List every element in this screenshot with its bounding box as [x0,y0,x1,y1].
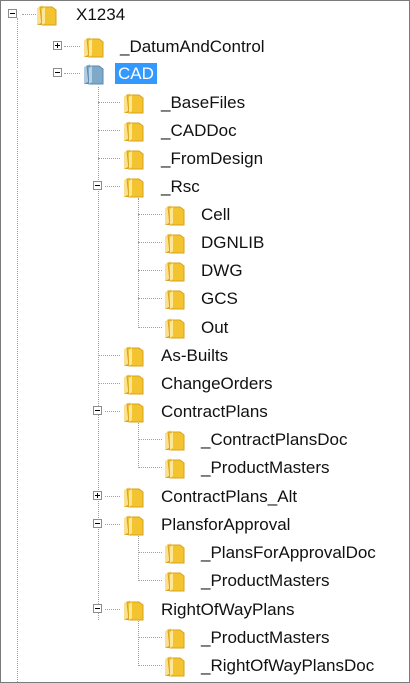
folder-tree-view[interactable]: X1234 _DatumAndControl CAD _BaseFiles _CADDo… [0,0,410,683]
tree-node-label[interactable]: PlansforApproval [158,514,293,535]
folder-icon [162,540,188,566]
tree-node-gcs[interactable]: GCS [1,285,409,313]
folder-icon [162,230,188,256]
tree-node-caddoc[interactable]: _CADDoc [1,117,409,145]
tree-node-label[interactable]: ContractPlans [158,401,271,422]
tree-node-changeorders[interactable]: ChangeOrders [1,370,409,398]
tree-node-label[interactable]: _RightOfWayPlansDoc [198,655,377,676]
tree-node-label[interactable]: _ProductMasters [198,570,333,591]
tree-node-label[interactable]: ContractPlans_Alt [158,486,300,507]
tree-node-label[interactable]: DWG [198,260,246,281]
collapse-minus-icon[interactable] [93,519,102,528]
tree-node-label[interactable]: _BaseFiles [158,92,248,113]
tree-node-plansforapproval[interactable]: PlansforApproval [1,511,409,539]
folder-icon [162,625,188,651]
tree-node-contractplansdoc[interactable]: _ContractPlansDoc [1,426,409,454]
folder-icon [121,512,147,538]
tree-node-productmasters-1[interactable]: _ProductMasters [1,454,409,482]
tree-node-label[interactable]: _FromDesign [158,148,266,169]
tree-node-label[interactable]: _Rsc [158,176,203,197]
collapse-minus-icon[interactable] [93,181,102,190]
folder-icon [121,118,147,144]
folder-icon [81,34,107,60]
tree-node-as-builts[interactable]: As-Builts [1,342,409,370]
tree-node-label[interactable]: _CADDoc [158,120,240,141]
tree-node-label[interactable]: _DatumAndControl [117,36,268,57]
collapse-minus-icon[interactable] [8,9,17,18]
tree-node-label[interactable]: As-Builts [158,345,231,366]
folder-icon [121,90,147,116]
folder-icon [162,568,188,594]
tree-node-label[interactable]: _PlansForApprovalDoc [198,542,379,563]
tree-node-label[interactable]: _ProductMasters [198,457,333,478]
folder-icon [162,315,188,341]
folder-icon [162,427,188,453]
folder-icon [121,146,147,172]
tree-node-label[interactable]: Out [198,317,231,338]
tree-node-rightofwayplans[interactable]: RightOfWayPlans [1,596,409,624]
folder-icon [162,202,188,228]
tree-node-rsc[interactable]: _Rsc [1,173,409,201]
folder-icon [34,2,60,28]
folder-icon [162,653,188,679]
tree-node-contractplans-alt[interactable]: ContractPlans_Alt [1,483,409,511]
tree-node-label[interactable]: _ProductMasters [198,627,333,648]
tree-node-basefiles[interactable]: _BaseFiles [1,89,409,117]
tree-node-cad[interactable]: CAD [1,60,409,88]
tree-node-productmasters-2[interactable]: _ProductMasters [1,567,409,595]
tree-node-label[interactable]: GCS [198,288,241,309]
tree-node-contractplans[interactable]: ContractPlans [1,398,409,426]
collapse-minus-icon[interactable] [93,406,102,415]
folder-icon [81,61,107,87]
tree-node-plansforapprovaldoc[interactable]: _PlansForApprovalDoc [1,539,409,567]
tree-node-dgnlib[interactable]: DGNLIB [1,229,409,257]
folder-icon [162,258,188,284]
folder-icon [121,399,147,425]
folder-icon [121,597,147,623]
tree-node-label[interactable]: DGNLIB [198,232,267,253]
tree-node-datumandcontrol[interactable]: _DatumAndControl [1,33,409,61]
tree-node-rightofwayplansdoc[interactable]: _RightOfWayPlansDoc [1,652,409,680]
tree-node-label[interactable]: Cell [198,204,233,225]
tree-node-x1234[interactable]: X1234 [1,1,409,29]
tree-node-cell[interactable]: Cell [1,201,409,229]
tree-node-label[interactable]: _ContractPlansDoc [198,429,350,450]
tree-node-dwg[interactable]: DWG [1,257,409,285]
folder-icon [121,343,147,369]
folder-icon [121,174,147,200]
tree-node-label[interactable]: CAD [115,63,157,84]
tree-node-productmasters-3[interactable]: _ProductMasters [1,624,409,652]
tree-node-label[interactable]: X1234 [73,4,128,25]
expand-plus-icon[interactable] [93,491,102,500]
expand-plus-icon[interactable] [53,41,62,50]
folder-icon [162,455,188,481]
tree-node-label[interactable]: RightOfWayPlans [158,599,298,620]
tree-node-fromdesign[interactable]: _FromDesign [1,145,409,173]
collapse-minus-icon[interactable] [93,604,102,613]
tree-node-label[interactable]: ChangeOrders [158,373,276,394]
tree-node-out[interactable]: Out [1,314,409,342]
folder-icon [121,484,147,510]
folder-icon [162,286,188,312]
folder-icon [121,371,147,397]
collapse-minus-icon[interactable] [53,68,62,77]
